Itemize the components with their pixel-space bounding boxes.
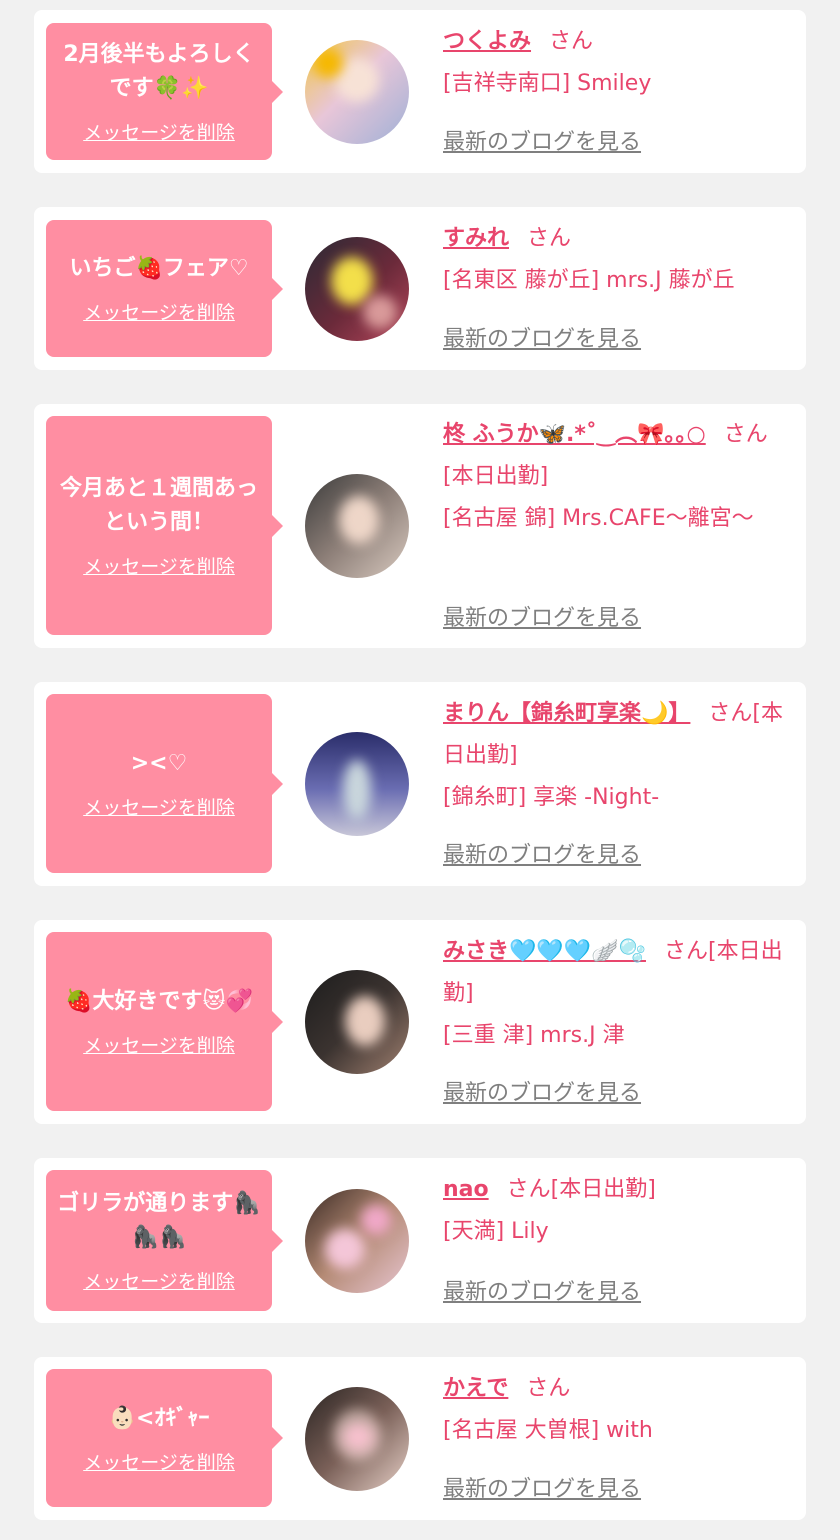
cast-name-link[interactable]: つくよみ bbox=[443, 29, 531, 54]
shop-name: [三重 津] mrs.J 津 bbox=[443, 1023, 625, 1048]
avatar[interactable] bbox=[305, 1387, 409, 1491]
latest-blog-link[interactable]: 最新のブログを見る bbox=[443, 124, 641, 156]
delete-message-link[interactable]: メッセージを削除 bbox=[83, 1267, 235, 1294]
cast-card: 2月後半もよろしくです🍀✨ メッセージを削除 つくよみ さん [吉祥寺南口] Sm… bbox=[34, 10, 806, 173]
shop-name: [名古屋 大曽根] with bbox=[443, 1418, 653, 1443]
latest-blog-link[interactable]: 最新のブログを見る bbox=[443, 1075, 641, 1107]
avatar[interactable] bbox=[305, 237, 409, 341]
message-text: 🍓大好きです😻💞 bbox=[65, 989, 253, 1014]
cast-info: nao さん[本日出勤] [天満] Lily bbox=[443, 1169, 795, 1253]
shop-name: [天満] Lily bbox=[443, 1219, 549, 1244]
cast-name-link[interactable]: みさき🩵🩵🩵🪽🫧 bbox=[443, 939, 646, 964]
cast-card: 🍓大好きです😻💞 メッセージを削除 みさき🩵🩵🩵🪽🫧 さん[本日出勤] [三重 津… bbox=[34, 920, 806, 1124]
latest-blog-link[interactable]: 最新のブログを見る bbox=[443, 1471, 641, 1503]
delete-message-link[interactable]: メッセージを削除 bbox=[83, 298, 235, 325]
delete-message-link[interactable]: メッセージを削除 bbox=[83, 118, 235, 145]
cast-card: 今月あと１週間あっという間！ メッセージを削除 柊 ふうか🦋.*˚‿︵🎀｡｡○ さ… bbox=[34, 404, 806, 648]
shop-name: [錦糸町] 享楽 -Night- bbox=[443, 785, 660, 810]
latest-blog-link[interactable]: 最新のブログを見る bbox=[443, 1274, 641, 1306]
cast-name-link[interactable]: すみれ bbox=[443, 226, 509, 251]
avatar[interactable] bbox=[305, 732, 409, 836]
latest-blog-link[interactable]: 最新のブログを見る bbox=[443, 600, 641, 632]
cast-name-link[interactable]: まりん【錦糸町享楽🌙】 bbox=[443, 701, 690, 726]
honorific: さん bbox=[723, 422, 768, 447]
cast-card: 👶🏻<ｵｷﾞｬｰ メッセージを削除 かえで さん [名古屋 大曽根] with 最… bbox=[34, 1357, 806, 1520]
avatar[interactable] bbox=[305, 40, 409, 144]
shop-name: [名古屋 錦] Mrs.CAFE〜離宮〜 bbox=[443, 506, 754, 531]
latest-blog-link[interactable]: 最新のブログを見る bbox=[443, 837, 641, 869]
message-text: 2月後半もよろしくです🍀✨ bbox=[63, 42, 255, 101]
message-bubble: ><♡ メッセージを削除 bbox=[46, 694, 283, 873]
message-text: ><♡ bbox=[130, 751, 188, 776]
attendance-status: [本日出勤] bbox=[550, 1177, 656, 1202]
honorific: さん bbox=[663, 939, 708, 964]
honorific: さん bbox=[527, 226, 572, 251]
cast-info: まりん【錦糸町享楽🌙】 さん[本日出勤] [錦糸町] 享楽 -Night- bbox=[443, 693, 795, 819]
honorific: さん bbox=[708, 701, 753, 726]
message-bubble: 👶🏻<ｵｷﾞｬｰ メッセージを削除 bbox=[46, 1369, 283, 1507]
cast-card: いちご🍓フェア♡ メッセージを削除 すみれ さん [名東区 藤が丘] mrs.J … bbox=[34, 207, 806, 370]
delete-message-link[interactable]: メッセージを削除 bbox=[83, 1448, 235, 1475]
honorific: さん bbox=[549, 29, 594, 54]
cast-info: みさき🩵🩵🩵🪽🫧 さん[本日出勤] [三重 津] mrs.J 津 bbox=[443, 931, 795, 1057]
message-bubble: 今月あと１週間あっという間！ メッセージを削除 bbox=[46, 416, 283, 635]
message-text: 今月あと１週間あっという間！ bbox=[59, 476, 258, 535]
message-bubble: 2月後半もよろしくです🍀✨ メッセージを削除 bbox=[46, 23, 283, 160]
avatar[interactable] bbox=[305, 474, 409, 578]
delete-message-link[interactable]: メッセージを削除 bbox=[83, 793, 235, 820]
attendance-status: [本日出勤] bbox=[443, 464, 549, 489]
honorific: さん bbox=[506, 1177, 551, 1202]
message-bubble: いちご🍓フェア♡ メッセージを削除 bbox=[46, 220, 283, 357]
cast-name-link[interactable]: 柊 ふうか🦋.*˚‿︵🎀｡｡○ bbox=[443, 422, 706, 447]
message-bubble: ゴリラが通ります🦍🦍🦍 メッセージを削除 bbox=[46, 1170, 283, 1311]
honorific: さん bbox=[526, 1376, 571, 1401]
shop-name: [吉祥寺南口] Smiley bbox=[443, 71, 652, 96]
cast-name-link[interactable]: かえで bbox=[443, 1376, 508, 1401]
delete-message-link[interactable]: メッセージを削除 bbox=[83, 552, 235, 579]
message-text: いちご🍓フェア♡ bbox=[69, 256, 249, 281]
cast-info: 柊 ふうか🦋.*˚‿︵🎀｡｡○ さん [本日出勤] [名古屋 錦] Mrs.CAFE… bbox=[443, 414, 795, 540]
message-bubble: 🍓大好きです😻💞 メッセージを削除 bbox=[46, 932, 283, 1111]
cast-name-link[interactable]: nao bbox=[443, 1177, 489, 1202]
avatar[interactable] bbox=[305, 970, 409, 1074]
cast-info: かえで さん [名古屋 大曽根] with bbox=[443, 1368, 795, 1452]
shop-name: [名東区 藤が丘] mrs.J 藤が丘 bbox=[443, 268, 735, 293]
cast-info: つくよみ さん [吉祥寺南口] Smiley bbox=[443, 21, 795, 105]
message-text: ゴリラが通ります🦍🦍🦍 bbox=[57, 1191, 261, 1250]
message-text: 👶🏻<ｵｷﾞｬｰ bbox=[108, 1405, 210, 1431]
delete-message-link[interactable]: メッセージを削除 bbox=[83, 1031, 235, 1058]
latest-blog-link[interactable]: 最新のブログを見る bbox=[443, 321, 641, 353]
avatar[interactable] bbox=[305, 1189, 409, 1293]
cast-card: ><♡ メッセージを削除 まりん【錦糸町享楽🌙】 さん[本日出勤] [錦糸町] 享… bbox=[34, 682, 806, 886]
cast-card: ゴリラが通ります🦍🦍🦍 メッセージを削除 nao さん[本日出勤] [天満] Li… bbox=[34, 1158, 806, 1323]
cast-info: すみれ さん [名東区 藤が丘] mrs.J 藤が丘 bbox=[443, 218, 795, 302]
favorite-cast-list: 2月後半もよろしくです🍀✨ メッセージを削除 つくよみ さん [吉祥寺南口] Sm… bbox=[0, 0, 840, 1540]
